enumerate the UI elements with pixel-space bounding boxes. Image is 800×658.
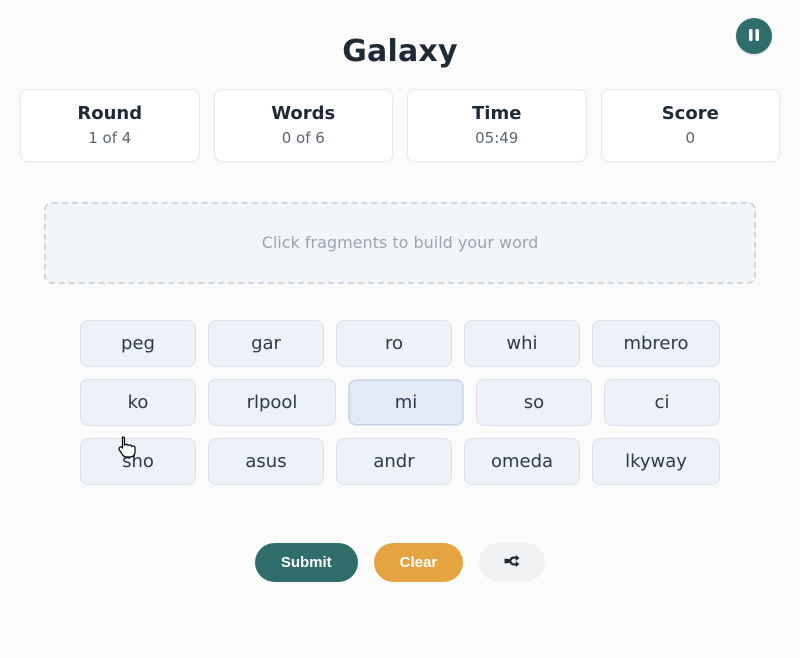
fragment-tile[interactable]: so — [476, 379, 592, 426]
fragments-container: peggarrowhi mbrero ko rlpool misoci shoasusan… — [48, 320, 752, 485]
build-zone[interactable]: Click fragments to build your word — [44, 202, 756, 284]
stat-round-value: 1 of 4 — [31, 129, 189, 147]
stat-time-label: Time — [418, 104, 576, 125]
fragment-tile[interactable]: gar — [208, 320, 324, 367]
pause-button[interactable] — [736, 18, 772, 54]
fragment-tile[interactable]: ko — [80, 379, 196, 426]
stat-words: Words 0 of 6 — [214, 89, 394, 162]
shuffle-button[interactable] — [479, 543, 545, 582]
page-title: Galaxy — [0, 34, 800, 69]
fragment-tile[interactable]: andr — [336, 438, 452, 485]
build-placeholder: Click fragments to build your word — [262, 233, 539, 252]
pause-icon — [747, 27, 761, 46]
submit-button[interactable]: Submit — [255, 543, 358, 582]
fragment-tile[interactable]: mi — [348, 379, 464, 426]
stats-row: Round 1 of 4 Words 0 of 6 Time 05:49 Sco… — [0, 89, 800, 162]
fragment-tile[interactable]: asus — [208, 438, 324, 485]
fragment-tile[interactable]: peg — [80, 320, 196, 367]
stat-words-label: Words — [225, 104, 383, 125]
stat-score-value: 0 — [612, 129, 770, 147]
stat-words-value: 0 of 6 — [225, 129, 383, 147]
shuffle-icon — [503, 553, 521, 572]
fragment-tile[interactable]: whi — [464, 320, 580, 367]
fragment-tile[interactable]: mbrero — [592, 320, 720, 367]
stat-round: Round 1 of 4 — [20, 89, 200, 162]
fragment-tile[interactable]: lkyway — [592, 438, 720, 485]
stat-score-label: Score — [612, 104, 770, 125]
stat-time: Time 05:49 — [407, 89, 587, 162]
actions-row: Submit Clear — [0, 543, 800, 582]
fragment-tile[interactable]: sho — [80, 438, 196, 485]
stat-score: Score 0 — [601, 89, 781, 162]
fragment-tile[interactable]: rlpool — [208, 379, 336, 426]
fragment-tile[interactable]: ci — [604, 379, 720, 426]
stat-time-value: 05:49 — [418, 129, 576, 147]
stat-round-label: Round — [31, 104, 189, 125]
fragment-tile[interactable]: omeda — [464, 438, 580, 485]
fragment-tile[interactable]: ro — [336, 320, 452, 367]
clear-button[interactable]: Clear — [374, 543, 464, 582]
